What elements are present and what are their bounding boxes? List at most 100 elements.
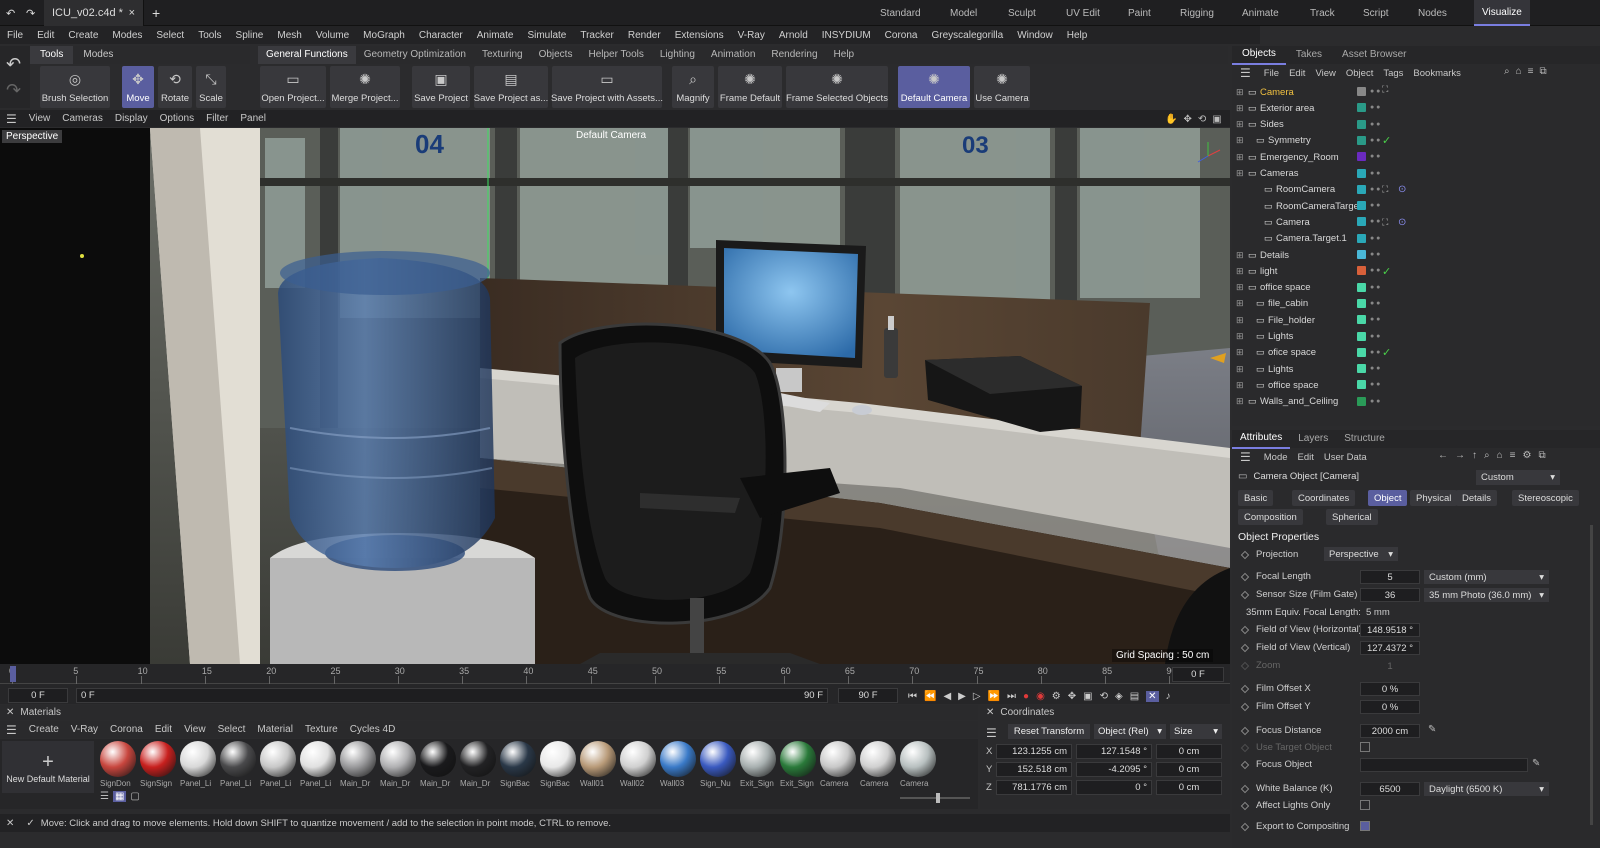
camera-target-icon[interactable]: ⛶ (1382, 217, 1388, 228)
projection-dropdown[interactable]: Perspective ▾ (1324, 547, 1398, 561)
add-tab-icon[interactable]: + (144, 0, 168, 26)
home-icon[interactable]: ⌂ (1516, 66, 1522, 77)
menu-modes[interactable]: Modes (105, 30, 149, 41)
visibility-dots-icon[interactable]: ● ● (1370, 104, 1380, 111)
search-icon[interactable]: ⌕ (1484, 450, 1490, 461)
material-swatch[interactable] (340, 741, 376, 777)
rotation-y-field[interactable]: -4.2095 ° (1076, 762, 1152, 777)
sound-icon[interactable]: ♪ (1166, 691, 1171, 702)
materials-menu-edit[interactable]: Edit (149, 724, 178, 735)
function-tab-lighting[interactable]: Lighting (652, 46, 703, 64)
materials-menu-create[interactable]: Create (23, 724, 65, 735)
property-field[interactable]: 6500 (1360, 782, 1420, 796)
save-project-with-assets-button[interactable]: ▭ Save Project with Assets... (551, 66, 663, 108)
new-window-icon[interactable]: ⧉ (1538, 450, 1545, 461)
visibility-dots-icon[interactable]: ● ● (1370, 381, 1380, 388)
keyframe-diamond-icon[interactable] (1240, 625, 1250, 635)
coordinate-size-dropdown[interactable]: Size ▾ (1170, 724, 1222, 739)
keyframe-diamond-icon[interactable] (1240, 726, 1250, 736)
size-y-field[interactable]: 0 cm (1156, 762, 1222, 777)
visibility-dots-icon[interactable]: ● ● (1370, 218, 1380, 225)
redo-icon[interactable]: ↷ (6, 80, 21, 101)
object-row[interactable]: ⊞ ▭ Camera ● ● (1232, 84, 1600, 100)
property-checkbox[interactable] (1360, 800, 1370, 810)
document-tab[interactable]: ICU_v02.c4d * × (44, 0, 144, 26)
menu-arnold[interactable]: Arnold (772, 30, 815, 41)
key-pla-icon[interactable]: ▤ (1130, 691, 1139, 702)
next-key-icon[interactable]: ⏩ (988, 691, 1000, 702)
rotation-x-field[interactable]: 127.1548 ° (1076, 744, 1152, 759)
objects-tab-objects[interactable]: Objects (1232, 45, 1286, 65)
object-row[interactable]: ⊞ ▭ Walls_and_Ceiling ● ● (1232, 394, 1600, 410)
expand-icon[interactable]: ⊞ (1236, 87, 1244, 98)
material-swatch[interactable] (100, 741, 136, 777)
attributes-menu-mode[interactable]: Mode (1259, 452, 1293, 463)
menu-character[interactable]: Character (412, 30, 470, 41)
attributes-tab-structure[interactable]: Structure (1336, 430, 1393, 448)
function-tab-help[interactable]: Help (826, 46, 863, 64)
property-field[interactable]: 36 (1360, 588, 1420, 602)
visibility-dots-icon[interactable]: ● ● (1370, 349, 1380, 356)
object-row[interactable]: ⊞ ▭ Details ● ● (1232, 247, 1600, 263)
materials-menu-texture[interactable]: Texture (299, 724, 344, 735)
materials-menu-material[interactable]: Material (251, 724, 299, 735)
object-row[interactable]: ⊞ ▭ Lights ● ● (1232, 361, 1600, 377)
position-x-field[interactable]: 123.1255 cm (996, 744, 1072, 759)
end-frame-field[interactable]: 90 F (838, 688, 898, 703)
function-tab-geometry-optimization[interactable]: Geometry Optimization (356, 46, 474, 64)
menu-select[interactable]: Select (149, 30, 191, 41)
keyframe-diamond-icon[interactable] (1240, 643, 1250, 653)
size-x-field[interactable]: 0 cm (1156, 744, 1222, 759)
material-zoom-slider[interactable] (900, 793, 970, 803)
size-z-field[interactable]: 0 cm (1156, 780, 1222, 795)
picker-icon[interactable]: ✎ (1532, 758, 1540, 769)
expand-icon[interactable]: ⊞ (1236, 250, 1244, 261)
menu-simulate[interactable]: Simulate (520, 30, 573, 41)
material-swatch[interactable] (500, 741, 536, 777)
layout-tab-visualize[interactable]: Visualize (1474, 0, 1530, 26)
layout-tab-sculpt[interactable]: Sculpt (1008, 0, 1036, 26)
visibility-dots-icon[interactable]: ● ● (1370, 121, 1380, 128)
3d-viewport[interactable]: 04 03 Perspective Default Camera Grid Sp… (0, 128, 1230, 664)
visibility-dots-icon[interactable]: ● ● (1370, 153, 1380, 160)
menu-create[interactable]: Create (61, 30, 105, 41)
play-icon[interactable]: ▶ (958, 691, 966, 702)
default-camera-button[interactable]: ✺ Default Camera (898, 66, 970, 108)
right-frame-field[interactable]: 0 F (1172, 667, 1224, 682)
property-dropdown[interactable]: 35 mm Photo (36.0 mm) ▾ (1424, 588, 1549, 602)
visibility-dots-icon[interactable]: ● ● (1370, 202, 1380, 209)
visibility-dots-icon[interactable]: ● ● (1370, 333, 1380, 340)
close-tab-icon[interactable]: × (129, 7, 135, 19)
menu-greyscalegorilla[interactable]: Greyscalegorilla (924, 30, 1010, 41)
attributes-tab-layers[interactable]: Layers (1290, 430, 1336, 448)
expand-icon[interactable]: ⊞ (1236, 315, 1244, 326)
property-tab-physical[interactable]: Physical (1410, 490, 1458, 506)
expand-icon[interactable]: ⊞ (1236, 152, 1244, 163)
picker-icon[interactable]: ✎ (1428, 724, 1436, 735)
move-view-icon[interactable]: ✥ (1183, 114, 1191, 125)
frame-default-button[interactable]: ✺ Frame Default (718, 66, 782, 108)
attributes-preset-dropdown[interactable]: Custom ▾ (1476, 470, 1560, 485)
search-icon[interactable]: ⌕ (1504, 66, 1510, 77)
property-checkbox[interactable] (1360, 821, 1370, 831)
expand-icon[interactable]: ⊞ (1236, 282, 1244, 293)
move-tool-button[interactable]: ✥ Move (122, 66, 154, 108)
menu-help[interactable]: Help (1060, 30, 1095, 41)
undo-icon[interactable]: ↶ (6, 54, 21, 75)
redo-history-icon[interactable]: ↷ (22, 0, 44, 26)
attributes-menu-user-data[interactable]: User Data (1319, 452, 1372, 463)
objects-menu-edit[interactable]: Edit (1284, 68, 1310, 79)
object-row[interactable]: ⊞ ▭ office space ● ● (1232, 377, 1600, 393)
attributes-scrollbar[interactable] (1590, 525, 1593, 825)
save-project-button[interactable]: ▣ Save Project (412, 66, 470, 108)
menu-corona[interactable]: Corona (878, 30, 925, 41)
material-swatch[interactable] (860, 741, 896, 777)
tools-tab-modes[interactable]: Modes (73, 46, 123, 64)
coordinates-hamburger-icon[interactable]: ☰ (986, 726, 997, 740)
material-swatch[interactable] (820, 741, 856, 777)
next-frame-icon[interactable]: ▷ (973, 691, 981, 702)
viewport-menu-view[interactable]: View (23, 113, 57, 124)
material-swatch[interactable] (540, 741, 576, 777)
check-icon[interactable]: ✓ (1382, 346, 1391, 359)
focus-object-field[interactable] (1360, 758, 1528, 772)
